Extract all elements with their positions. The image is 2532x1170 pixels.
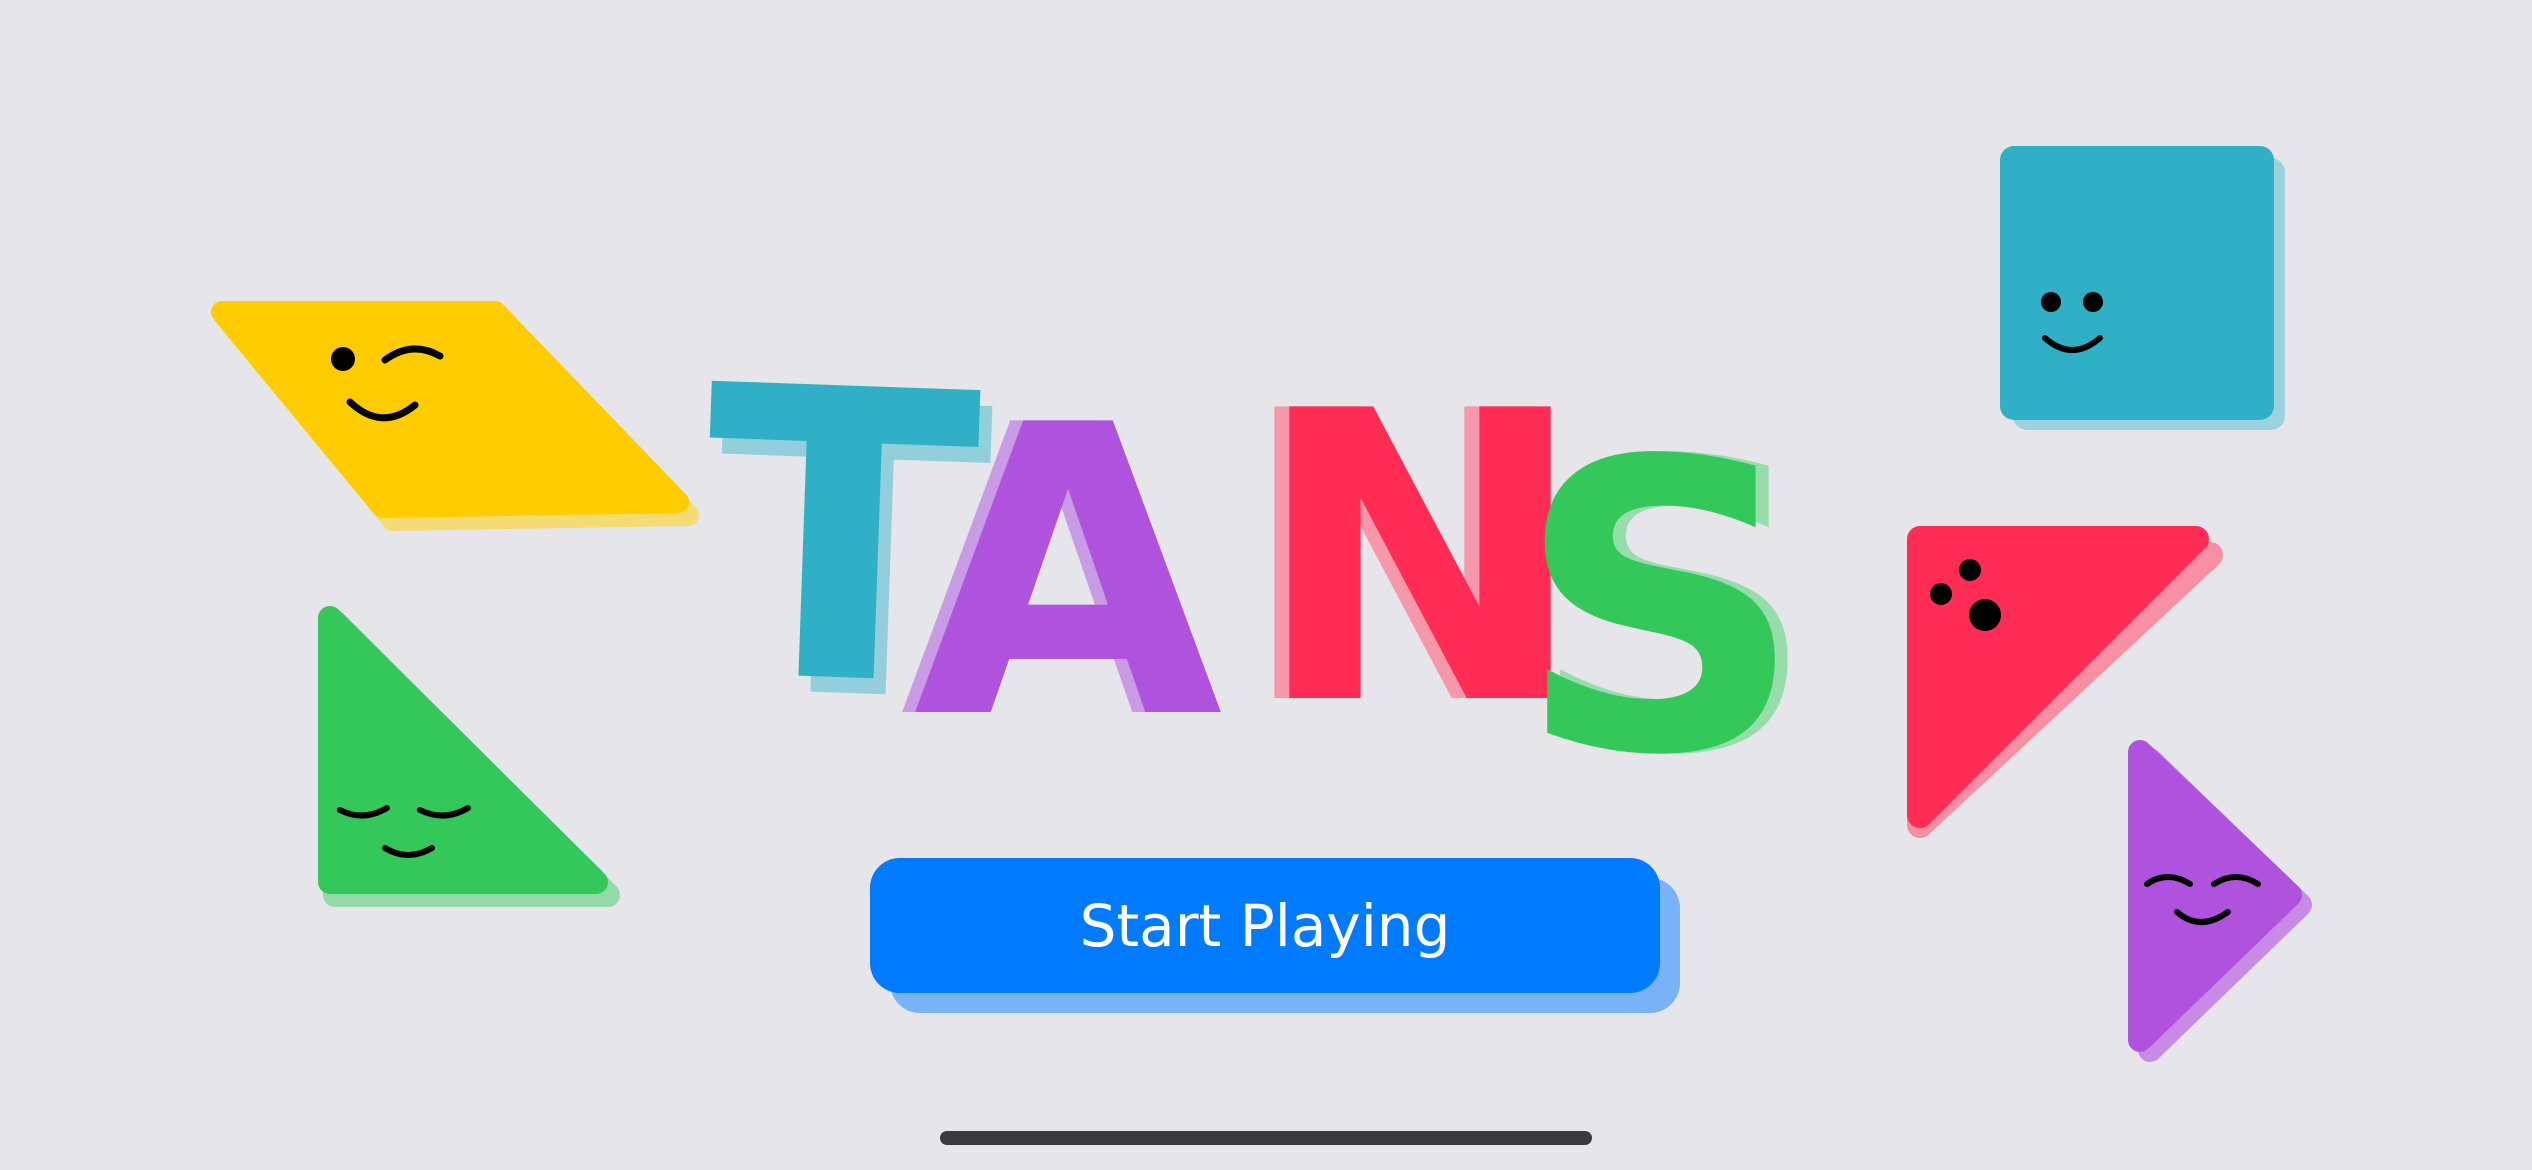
purple-triangle-character[interactable] bbox=[2128, 740, 2312, 1062]
start-playing-button[interactable]: Start Playing bbox=[870, 858, 1660, 993]
start-button-container: Start Playing bbox=[870, 858, 1680, 1013]
title-letter-a: A A bbox=[900, 342, 1226, 807]
home-indicator-bar[interactable] bbox=[940, 1131, 1592, 1145]
svg-text:S: S bbox=[1516, 378, 1804, 843]
yellow-parallelogram-character[interactable] bbox=[211, 301, 699, 531]
teal-square-character[interactable] bbox=[2000, 146, 2285, 430]
game-title: T T A A N N S S bbox=[696, 302, 1817, 843]
svg-text:A: A bbox=[913, 342, 1226, 807]
start-playing-label: Start Playing bbox=[1079, 891, 1451, 960]
green-triangle-character[interactable] bbox=[318, 606, 620, 907]
title-letter-s: S S bbox=[1516, 378, 1817, 843]
